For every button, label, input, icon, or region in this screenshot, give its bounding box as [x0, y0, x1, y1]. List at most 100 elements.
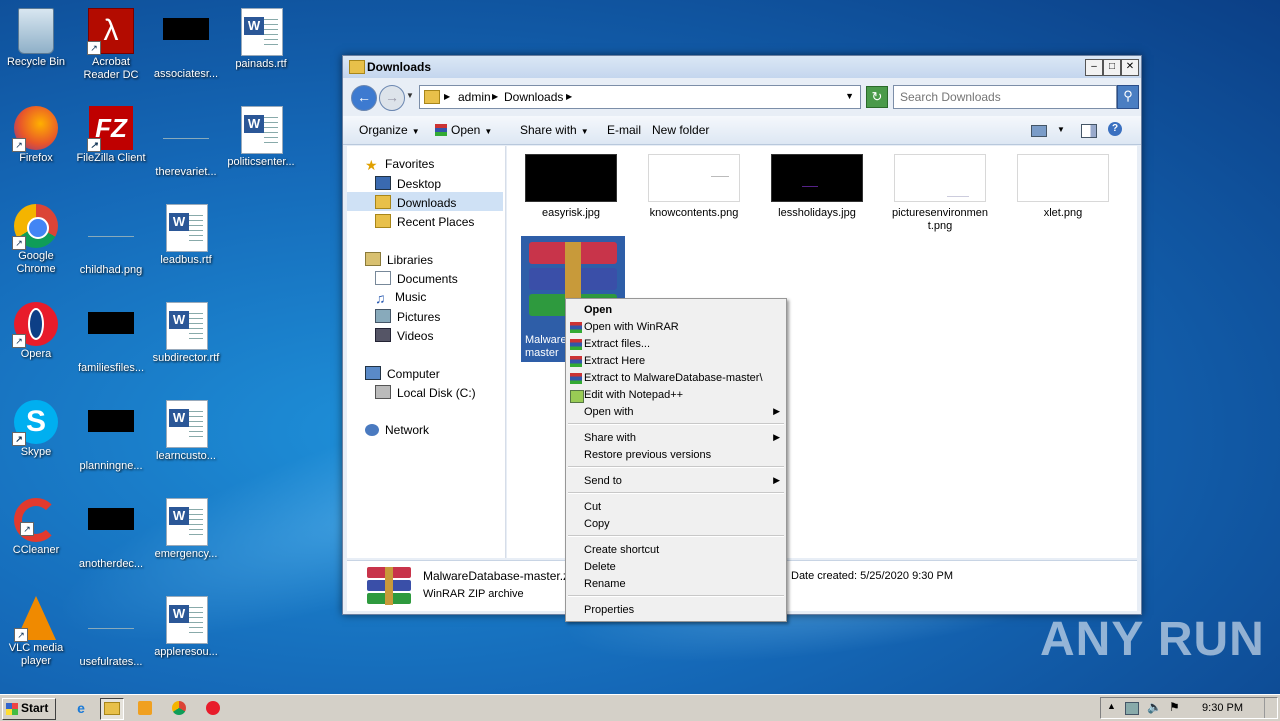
show-desktop-button[interactable]	[1264, 698, 1277, 718]
menu-extract-to-folder[interactable]: Extract to MalwareDatabase-master\	[566, 370, 786, 387]
menu-rename[interactable]: Rename	[566, 576, 786, 593]
address-bar[interactable]: ▶ admin ▶ Downloads ▶ ▼	[419, 85, 861, 109]
menu-edit-with-notepadpp[interactable]: Edit with Notepad++	[566, 387, 786, 404]
refresh-button[interactable]: ↻	[866, 86, 888, 108]
desktop-icon-learncusto[interactable]: W learncusto...	[147, 396, 225, 480]
title-bar[interactable]: Downloads – □ ✕	[343, 56, 1141, 78]
recent-pages-dropdown-icon[interactable]: ▼	[406, 91, 414, 100]
nav-downloads[interactable]: Downloads	[375, 195, 456, 210]
desktop-icon-filezilla[interactable]: FZ ↗ FileZilla Client	[72, 102, 150, 186]
desktop-icon-emergency[interactable]: W emergency...	[147, 494, 225, 578]
forward-button[interactable]: →	[379, 85, 405, 111]
nav-music[interactable]: ♫ Music	[375, 290, 426, 306]
menu-delete[interactable]: Delete	[566, 559, 786, 576]
opera-icon[interactable]	[202, 698, 224, 718]
share-with-button[interactable]: Share with ▼	[520, 123, 589, 137]
desktop-icon-acrobat[interactable]: λ ↗ Acrobat Reader DC	[72, 4, 150, 88]
desktop-icon-usefulrates[interactable]: usefulrates...	[72, 592, 150, 676]
desktop-icon-label: leadbus.rtf	[160, 254, 212, 266]
desktop-icon-leadbus[interactable]: W leadbus.rtf	[147, 200, 225, 284]
menu-open-with[interactable]: Open with ▶	[566, 404, 786, 421]
help-icon[interactable]: ?	[1108, 122, 1122, 136]
search-input[interactable]	[898, 87, 1114, 107]
media-player-icon[interactable]	[134, 698, 156, 718]
network-tray-icon[interactable]	[1125, 702, 1139, 715]
nav-computer[interactable]: Computer	[365, 366, 440, 381]
minimize-button[interactable]: –	[1085, 59, 1103, 76]
preview-pane-icon[interactable]	[1081, 124, 1097, 138]
nav-libraries[interactable]: Libraries	[365, 252, 433, 267]
view-options-dropdown-icon[interactable]: ▼	[1057, 125, 1065, 134]
documents-icon	[375, 271, 391, 285]
new-folder-button[interactable]: New folder	[652, 123, 709, 137]
close-button[interactable]: ✕	[1121, 59, 1139, 76]
tray-expand-icon[interactable]: ▲	[1107, 701, 1116, 711]
organize-button[interactable]: Organize ▼	[359, 123, 420, 137]
menu-open-with-winrar[interactable]: Open with WinRAR	[566, 319, 786, 336]
chrome-icon[interactable]	[168, 698, 190, 718]
desktop-icon-familiesfiles[interactable]: familiesfiles...	[72, 298, 150, 382]
nav-videos[interactable]: Videos	[375, 328, 433, 343]
file-item[interactable]: picturesenvironment.png	[880, 154, 1000, 233]
nav-documents[interactable]: Documents	[375, 271, 458, 286]
desktop-icon-ccleaner[interactable]: ↗ CCleaner	[0, 494, 75, 578]
internet-explorer-icon[interactable]: e	[70, 698, 92, 718]
desktop-icon-anotherdec[interactable]: anotherdec...	[72, 494, 150, 578]
desktop-icon-chrome[interactable]: ↗ Google Chrome	[0, 200, 75, 284]
menu-create-shortcut[interactable]: Create shortcut	[566, 542, 786, 559]
clock[interactable]: 9:30 PM	[1202, 702, 1243, 714]
desktop-icon-recycle-bin[interactable]: Recycle Bin	[0, 4, 75, 88]
desktop-icon-politicsenter[interactable]: W politicsenter...	[222, 102, 300, 186]
menu-extract-here[interactable]: Extract Here	[566, 353, 786, 370]
back-button[interactable]: ←	[351, 85, 377, 111]
breadcrumb-separator-icon[interactable]: ▶	[444, 92, 450, 101]
nav-local-disk[interactable]: Local Disk (C:)	[375, 385, 476, 400]
desktop-icon-vlc[interactable]: ↗ VLC media player	[0, 592, 75, 676]
breadcrumb-downloads[interactable]: Downloads	[504, 90, 563, 104]
desktop-icon-childhad[interactable]: childhad.png	[72, 200, 150, 284]
nav-network[interactable]: Network	[365, 423, 429, 437]
menu-share-with[interactable]: Share with ▶	[566, 430, 786, 447]
desktop-icon-therevariet[interactable]: therevariet...	[147, 102, 225, 186]
desktop-icon-associatesr[interactable]: associatesr...	[147, 4, 225, 88]
file-item[interactable]: knowcontents.png	[634, 154, 754, 220]
file-item[interactable]: lessholidays.jpg	[757, 154, 877, 220]
nav-favorites[interactable]: ★ Favorites	[365, 157, 435, 173]
menu-extract-files[interactable]: Extract files...	[566, 336, 786, 353]
file-item[interactable]: easyrisk.jpg	[511, 154, 631, 220]
nav-pictures[interactable]: Pictures	[375, 309, 440, 324]
file-item[interactable]: xlet.png	[1003, 154, 1123, 220]
desktop-icon-firefox[interactable]: ↗ Firefox	[0, 102, 75, 186]
breadcrumb-admin[interactable]: admin	[458, 90, 491, 104]
search-icon[interactable]: ⚲	[1117, 85, 1139, 109]
nav-recent-places[interactable]: Recent Places	[375, 214, 474, 229]
menu-cut[interactable]: Cut	[566, 499, 786, 516]
action-center-flag-icon[interactable]: ⚑	[1169, 700, 1180, 714]
change-view-icon[interactable]	[1031, 125, 1047, 137]
desktop-icon-skype[interactable]: S ↗ Skype	[0, 396, 75, 480]
menu-open[interactable]: Open	[566, 302, 786, 319]
open-button[interactable]: Open ▼	[435, 123, 492, 137]
search-box[interactable]	[893, 85, 1117, 109]
breadcrumb-separator-icon[interactable]: ▶	[566, 92, 572, 101]
address-dropdown-icon[interactable]: ▼	[845, 91, 854, 101]
menu-send-to[interactable]: Send to ▶	[566, 473, 786, 490]
nav-desktop[interactable]: Desktop	[375, 176, 441, 191]
desktop-icon-opera[interactable]: ↗ Opera	[0, 298, 75, 382]
desktop-icon-label: Opera	[20, 348, 52, 360]
maximize-button[interactable]: □	[1103, 59, 1121, 76]
menu-properties[interactable]: Properties	[566, 602, 786, 619]
volume-icon[interactable]: 🔈	[1147, 700, 1162, 714]
file-explorer-icon[interactable]	[100, 698, 124, 720]
menu-restore-previous-versions[interactable]: Restore previous versions	[566, 447, 786, 464]
nav-label: Favorites	[385, 157, 435, 171]
desktop-icon-appleresou[interactable]: W appleresou...	[147, 592, 225, 676]
start-button[interactable]: Start	[2, 698, 56, 720]
menu-copy[interactable]: Copy	[566, 516, 786, 533]
email-button[interactable]: E-mail	[607, 123, 641, 137]
desktop-icon-painads[interactable]: W painads.rtf	[222, 4, 300, 88]
breadcrumb-separator-icon[interactable]: ▶	[492, 92, 498, 101]
desktop-icon-planningne[interactable]: planningne...	[72, 396, 150, 480]
anyrun-watermark: ANY RUN	[1040, 613, 1265, 666]
desktop-icon-subdirector[interactable]: W subdirector.rtf	[147, 298, 225, 382]
